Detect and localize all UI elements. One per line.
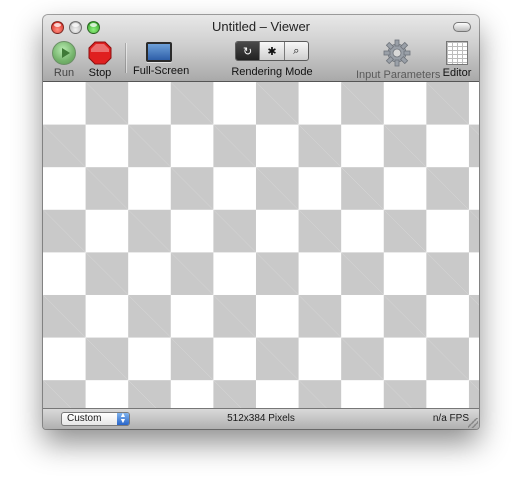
status-bar: Custom ▲ ▼ 512x384 Pixels n/a FPS bbox=[43, 408, 479, 429]
full-screen-button[interactable]: Full-Screen bbox=[133, 41, 190, 77]
render-canvas[interactable] bbox=[43, 82, 479, 408]
run-button[interactable]: Run bbox=[51, 41, 77, 79]
full-screen-label: Full-Screen bbox=[133, 65, 190, 77]
window-title: Untitled – Viewer bbox=[211, 19, 311, 34]
input-parameters-button[interactable]: Input Parameters bbox=[356, 39, 441, 81]
run-label: Run bbox=[53, 67, 75, 79]
toolbar-separator bbox=[125, 43, 126, 73]
display-icon bbox=[146, 42, 172, 62]
bug-icon[interactable]: ✱ bbox=[260, 42, 285, 60]
fps-readout: n/a FPS bbox=[432, 413, 469, 424]
gear-icon bbox=[383, 39, 411, 67]
stop-label: Stop bbox=[88, 67, 112, 79]
pixel-size-readout: 512x384 Pixels bbox=[227, 413, 295, 424]
rendering-mode-control: ↻ ✱ ⌕ Rendering Mode bbox=[231, 41, 313, 78]
play-icon bbox=[52, 41, 76, 65]
rendering-mode-label: Rendering Mode bbox=[231, 66, 313, 78]
magnifier-icon[interactable]: ⌕ bbox=[285, 42, 308, 60]
refresh-icon[interactable]: ↻ bbox=[236, 42, 261, 60]
resize-grip-icon[interactable] bbox=[468, 418, 478, 428]
input-parameters-label: Input Parameters bbox=[356, 69, 441, 81]
stop-button[interactable]: Stop bbox=[86, 41, 114, 79]
toolbar: Untitled – Viewer Run Stop Full-Screen ↻ bbox=[43, 15, 479, 82]
rendering-mode-segmented-control: ↻ ✱ ⌕ bbox=[235, 41, 309, 61]
editor-label: Editor bbox=[442, 67, 472, 79]
editor-button[interactable]: Editor bbox=[441, 41, 473, 79]
stop-icon bbox=[88, 41, 112, 65]
toolbar-toggle-button[interactable] bbox=[453, 22, 471, 32]
viewer-window: Untitled – Viewer Run Stop Full-Screen ↻ bbox=[43, 15, 479, 429]
spreadsheet-icon bbox=[446, 41, 468, 65]
